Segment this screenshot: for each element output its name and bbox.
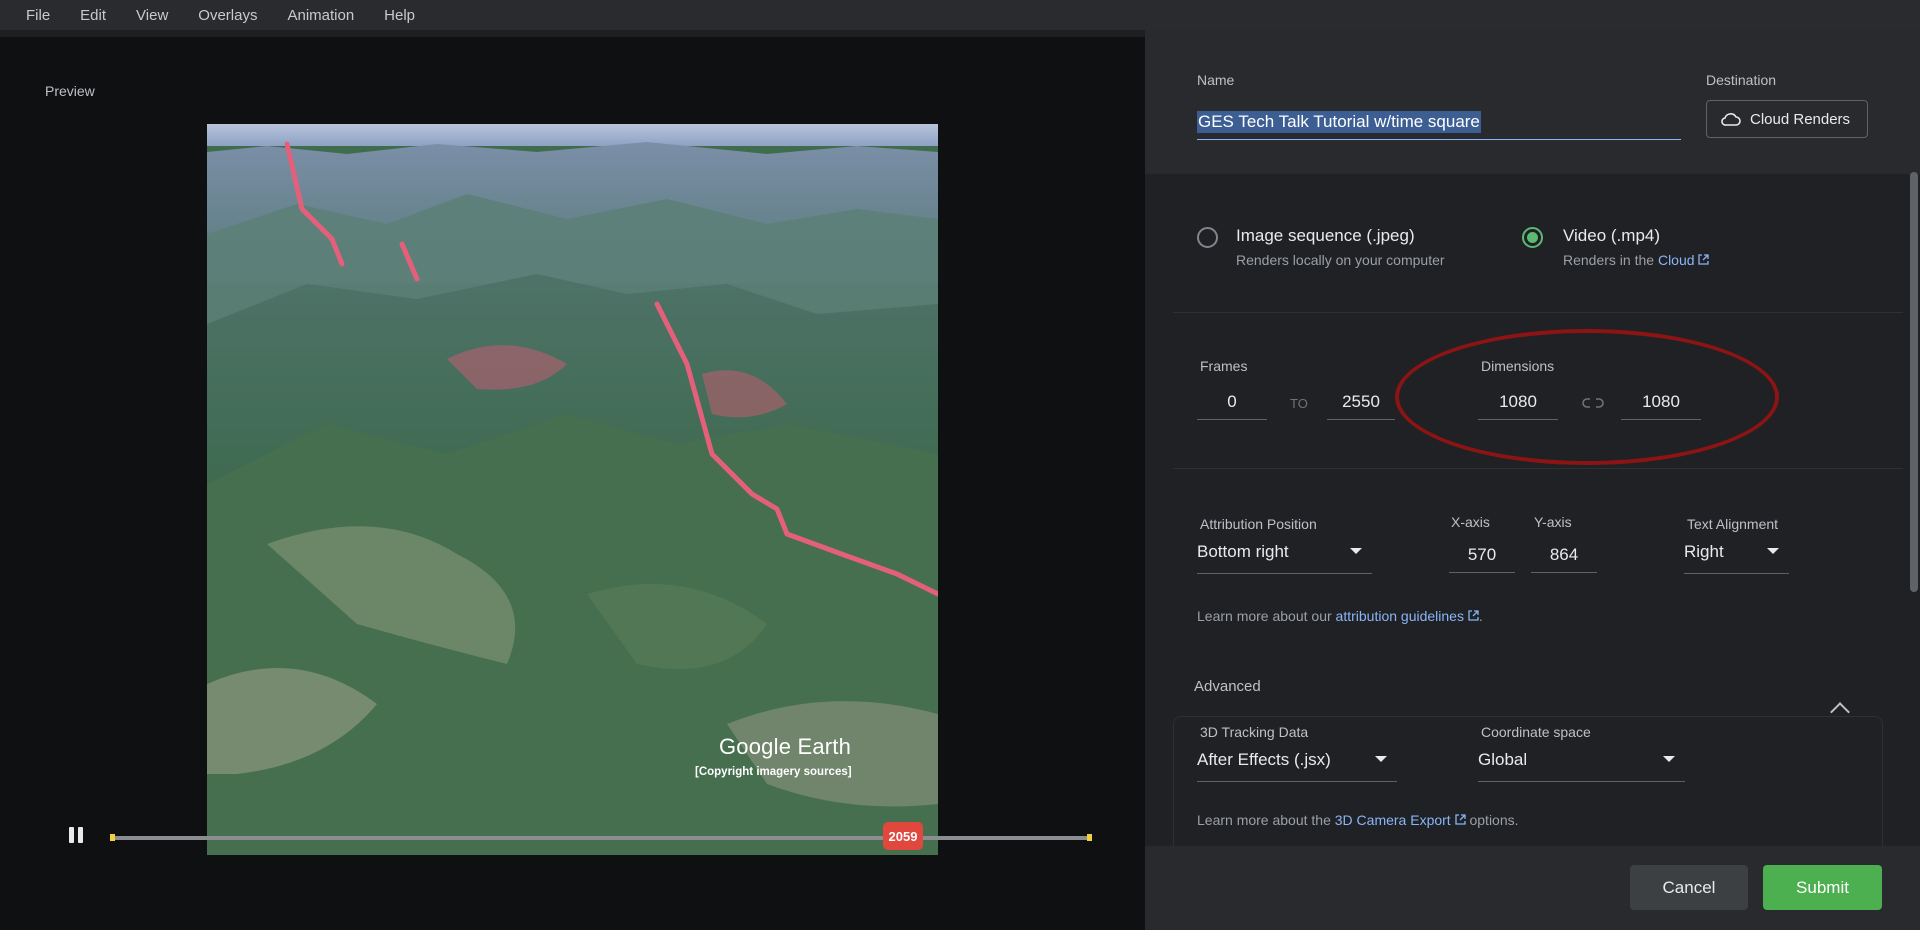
advanced-label: Advanced [1194,678,1261,695]
preview-viewport[interactable]: Google Earth [Copyright imagery sources] [207,124,938,855]
attribution-position-dropdown[interactable]: Bottom right [1197,536,1372,574]
preview-label: Preview [45,83,95,99]
attribution-position-value: Bottom right [1197,542,1289,561]
video-subtitle-prefix: Renders in the [1563,252,1658,268]
menu-help[interactable]: Help [384,7,415,24]
timeline-track[interactable] [110,836,1092,840]
y-axis-label: Y-axis [1534,514,1572,530]
tracking-data-value: After Effects (.jsx) [1197,750,1331,769]
frames-end-input[interactable]: 2550 [1327,384,1395,420]
frames-to-label: TO [1290,396,1308,411]
scrollbar[interactable] [1910,172,1918,592]
chevron-down-icon [1767,548,1779,554]
coordinate-space-label: Coordinate space [1481,724,1591,740]
pause-icon [69,827,74,843]
coordinate-space-value: Global [1478,750,1528,769]
divider [1173,312,1903,313]
menu-file[interactable]: File [26,7,50,24]
destination-value: Cloud Renders [1750,110,1851,128]
text-alignment-value: Right [1684,542,1724,561]
destination-label: Destination [1706,72,1777,88]
text-alignment-label: Text Alignment [1687,516,1779,532]
attribution-help-text: Learn more about our attribution guideli… [1197,608,1483,624]
tracking-data-dropdown[interactable]: After Effects (.jsx) [1197,744,1397,782]
frames-label: Frames [1200,358,1248,374]
chevron-down-icon [1375,756,1387,762]
menu-edit[interactable]: Edit [80,7,106,24]
video-title: Video (.mp4) [1563,226,1661,245]
attribution-help-prefix: Learn more about our [1197,608,1336,624]
tracking-data-label: 3D Tracking Data [1200,724,1309,740]
external-link-icon [1454,814,1466,825]
menu-bar: File Edit View Overlays Animation Help [0,0,1920,30]
cloud-link[interactable]: Cloud [1658,252,1695,268]
timeline-end-marker [1087,834,1092,841]
external-link-icon [1468,610,1479,621]
camera-export-help-prefix: Learn more about the [1197,812,1335,828]
render-settings-panel: Name GES Tech Talk Tutorial w/time squar… [1145,30,1920,930]
attribution-guidelines-link[interactable]: attribution guidelines [1336,608,1464,624]
timeline-start-marker [110,834,115,841]
cancel-button[interactable]: Cancel [1630,865,1748,910]
x-axis-input[interactable]: 570 [1449,537,1515,573]
cloud-icon [1721,113,1741,126]
coordinate-space-dropdown[interactable]: Global [1478,744,1685,782]
camera-export-help-suffix: options. [1465,812,1519,828]
video-radio[interactable] [1522,227,1543,248]
video-subtitle: Renders in the Cloud [1563,252,1710,268]
text-alignment-dropdown[interactable]: Right [1684,536,1789,574]
annotation-ellipse [1395,329,1779,465]
image-sequence-radio[interactable] [1197,227,1218,248]
divider [1173,468,1903,469]
frames-start-input[interactable]: 0 [1197,384,1267,420]
menu-animation[interactable]: Animation [287,7,354,24]
name-input[interactable]: GES Tech Talk Tutorial w/time square [1197,106,1681,140]
pause-button[interactable] [67,826,85,844]
image-sequence-subtitle: Renders locally on your computer [1236,252,1445,268]
external-link-icon [1698,254,1710,265]
destination-button[interactable]: Cloud Renders [1706,100,1868,138]
name-value: GES Tech Talk Tutorial w/time square [1197,111,1481,133]
image-sequence-title: Image sequence (.jpeg) [1236,226,1415,245]
chevron-down-icon [1350,548,1362,554]
preview-panel: Preview Google Earth [Copyright imagery … [0,37,1145,930]
menu-view[interactable]: View [136,7,168,24]
x-axis-label: X-axis [1451,514,1490,530]
camera-export-help-text: Learn more about the 3D Camera Export op… [1197,812,1519,828]
menu-overlays[interactable]: Overlays [198,7,257,24]
chevron-down-icon [1663,756,1675,762]
name-label: Name [1197,72,1235,88]
y-axis-input[interactable]: 864 [1531,537,1597,573]
attribution-help-suffix: . [1478,608,1483,624]
brand-logo: Google Earth [719,734,852,759]
attribution-position-label: Attribution Position [1200,516,1317,532]
submit-button[interactable]: Submit [1763,865,1882,910]
timeline-thumb[interactable]: 2059 [883,822,923,850]
pause-icon-bar [78,827,83,843]
copyright-text: [Copyright imagery sources] [695,766,852,778]
camera-export-link[interactable]: 3D Camera Export [1335,812,1451,828]
